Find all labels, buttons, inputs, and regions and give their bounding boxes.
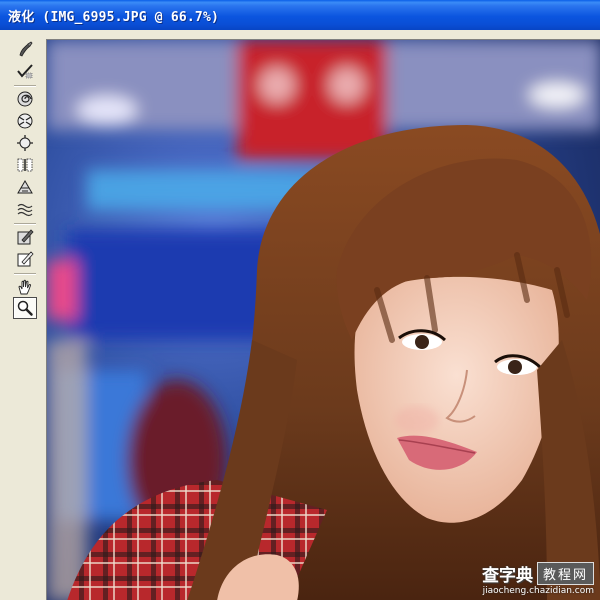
zoom-tool[interactable] [13, 297, 37, 319]
bloat-icon [17, 135, 33, 151]
twirl-icon [17, 91, 33, 107]
toolbar-separator [14, 273, 36, 275]
turbulence-icon [17, 203, 33, 217]
push-left-icon [17, 158, 33, 172]
mirror-tool[interactable] [13, 176, 37, 198]
forward-warp-icon [19, 41, 33, 57]
title-bar[interactable]: 液化 (IMG_6995.JPG @ 66.7%) [0, 0, 600, 30]
watermark-site: 查字典 [481, 566, 533, 586]
watermark-tag: 教程网 [536, 562, 594, 585]
image-canvas[interactable]: 查字典 教程网 jiaocheng.chazidian.com [46, 39, 600, 600]
watermark: 查字典 教程网 jiaocheng.chazidian.com [482, 561, 594, 596]
mirror-icon [17, 180, 33, 194]
toolbar-separator [14, 85, 36, 87]
thaw-mask-tool[interactable] [13, 248, 37, 270]
zoom-icon [17, 300, 33, 316]
hand-tool[interactable] [13, 276, 37, 298]
pucker-icon [17, 113, 33, 129]
freeze-mask-tool[interactable] [13, 226, 37, 248]
push-left-tool[interactable] [13, 154, 37, 176]
forward-warp-tool[interactable] [13, 38, 37, 60]
turbulence-tool[interactable] [13, 198, 37, 220]
reconstruct-icon [17, 64, 33, 79]
hand-icon [18, 279, 32, 295]
reconstruct-tool[interactable] [13, 60, 37, 82]
pucker-tool[interactable] [13, 110, 37, 132]
window-title: 液化 (IMG_6995.JPG @ 66.7%) [8, 9, 220, 25]
photo-portrait [47, 40, 600, 600]
watermark-url: jiaocheng.chazidian.com [482, 586, 594, 596]
twirl-tool[interactable] [13, 88, 37, 110]
bloat-tool[interactable] [13, 132, 37, 154]
toolbar-separator [14, 223, 36, 225]
freeze-mask-icon [17, 229, 34, 245]
thaw-mask-icon [17, 251, 34, 267]
